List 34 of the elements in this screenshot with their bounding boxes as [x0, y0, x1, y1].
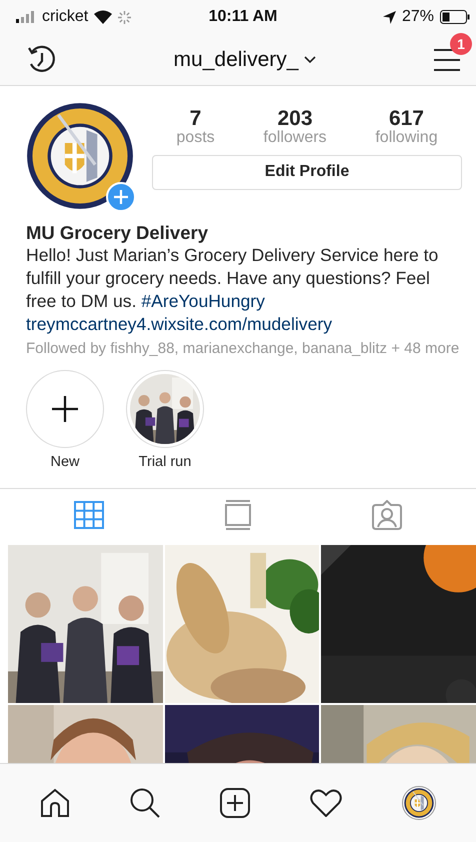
location-arrow-icon [382, 10, 396, 24]
tagged-person-icon [372, 500, 402, 530]
highlight-label: New [50, 454, 80, 470]
edit-profile-button[interactable]: Edit Profile [152, 154, 462, 190]
carrier-name: cricket [42, 8, 88, 26]
followed-by-text: Followed by fishhy_88, marianexchange, banana_blitz + 48 more [26, 340, 460, 358]
hashtag-link[interactable]: #AreYouHungry [141, 291, 265, 311]
battery-percent: 27% [402, 8, 434, 26]
add-post-icon[interactable] [220, 788, 250, 818]
loading-icon [118, 10, 132, 24]
stat-count: 7 [190, 108, 202, 130]
battery-icon [440, 10, 470, 24]
notification-badge: 1 [450, 32, 472, 54]
website-link[interactable]: treymccartney4.wixsite.com/mudelivery [26, 313, 462, 336]
status-time: 10:11 AM [208, 8, 278, 26]
stat-count: 617 [388, 108, 424, 130]
search-icon[interactable] [130, 788, 160, 818]
home-icon[interactable] [40, 788, 70, 818]
grid-icon [74, 500, 104, 528]
profile-name: MU Grocery Delivery [26, 222, 210, 244]
wifi-icon [94, 10, 112, 24]
profile-tab[interactable] [402, 786, 436, 820]
plus-icon [51, 395, 79, 423]
stat-label: posts [176, 130, 215, 147]
stat-label: followers [263, 130, 327, 147]
stat-label: following [375, 130, 438, 147]
feed-icon [224, 500, 251, 530]
stat-count: 203 [277, 108, 313, 130]
chevron-down-icon[interactable] [304, 56, 316, 64]
highlight-label: Trial run [138, 454, 192, 470]
signal-icon [16, 11, 36, 23]
plus-icon [114, 190, 128, 204]
heart-icon[interactable] [310, 789, 342, 817]
profile-username[interactable]: mu_delivery_ [174, 48, 298, 72]
